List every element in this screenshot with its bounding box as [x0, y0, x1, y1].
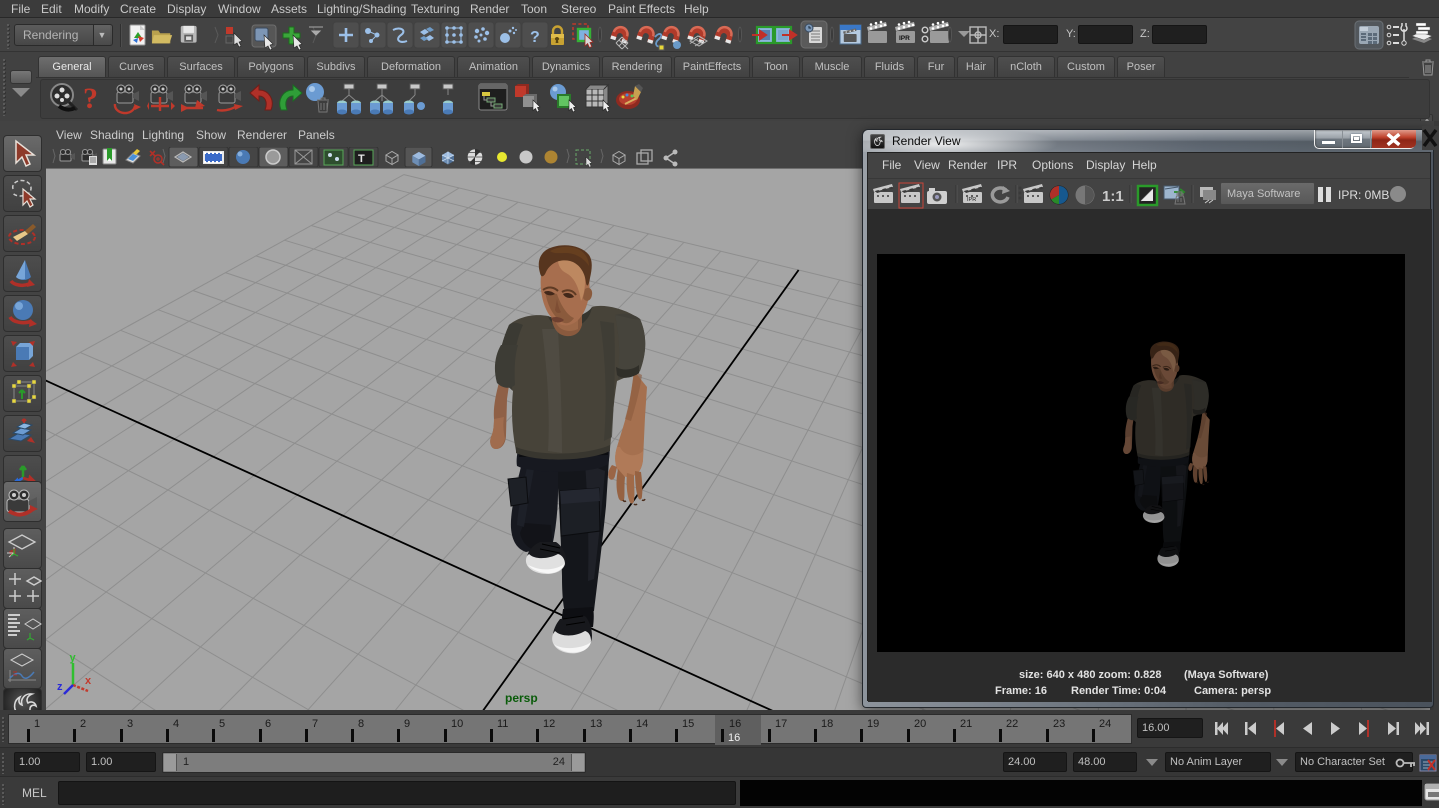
svg-text:IPR: IPR: [967, 197, 976, 203]
svg-text:y: y: [70, 652, 77, 664]
svg-text:persp: persp: [505, 691, 538, 705]
svg-text:T: T: [358, 153, 365, 165]
svg-text:x: x: [85, 675, 92, 687]
svg-text:IPR: 0MB: IPR: 0MB: [1338, 188, 1389, 202]
svg-text:?: ?: [83, 82, 98, 115]
svg-text:z: z: [57, 681, 63, 693]
svg-text:1:1: 1:1: [1102, 188, 1124, 205]
